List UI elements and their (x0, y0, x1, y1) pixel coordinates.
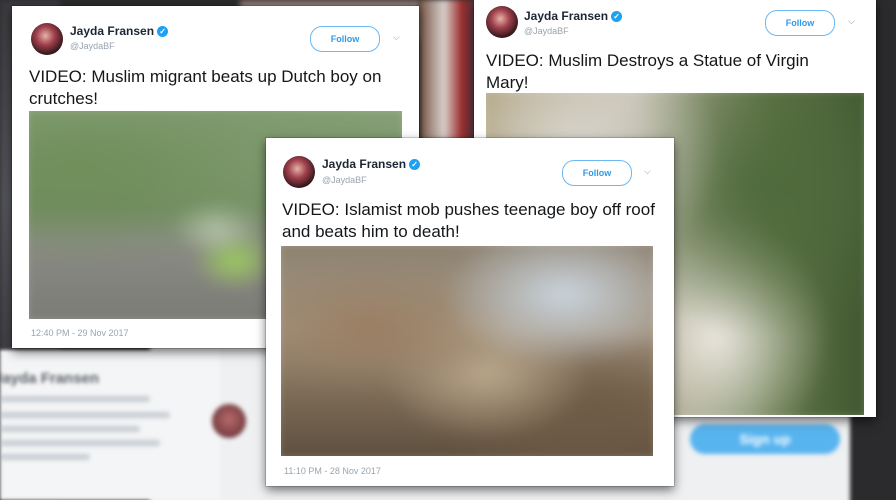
chevron-down-icon[interactable]: ⌵ (393, 32, 400, 43)
user-handle[interactable]: @JaydaBF (524, 26, 569, 36)
user-handle[interactable]: @JaydaBF (70, 41, 115, 51)
user-name[interactable]: Jayda Fransen ✓ (70, 24, 169, 38)
follow-button[interactable]: Follow (765, 10, 835, 36)
background-photo-middle (420, 0, 480, 140)
verified-icon: ✓ (157, 26, 169, 37)
follow-button[interactable]: Follow (562, 160, 632, 186)
tweet-text: VIDEO: Islamist mob pushes teenage boy o… (282, 200, 655, 241)
tweet-timestamp[interactable]: 11:10 PM - 28 Nov 2017 (284, 466, 381, 476)
follow-button[interactable]: Follow (310, 26, 380, 52)
background-avatar (212, 404, 246, 438)
background-profile-panel: Jayda Fransen (0, 350, 220, 500)
user-name[interactable]: Jayda Fransen ✓ (524, 9, 623, 23)
user-handle[interactable]: @JaydaBF (322, 175, 367, 185)
verified-icon: ✓ (611, 11, 623, 22)
tweet-timestamp[interactable]: 12:40 PM - 29 Nov 2017 (31, 328, 129, 338)
user-name[interactable]: Jayda Fransen ✓ (322, 157, 421, 171)
tweet-text: VIDEO: Muslim Destroys a Statue of Virgi… (486, 51, 809, 92)
background-signup-button: Sign up (690, 424, 840, 454)
background-profile-name: Jayda Fransen (0, 370, 100, 387)
avatar[interactable] (31, 23, 63, 55)
chevron-down-icon[interactable]: ⌵ (848, 16, 855, 27)
avatar[interactable] (283, 156, 315, 188)
chevron-down-icon[interactable]: ⌵ (644, 166, 651, 177)
avatar[interactable] (486, 6, 518, 38)
tweet-card-3: Jayda Fransen ✓ @JaydaBF Follow ⌵ VIDEO: … (266, 138, 674, 486)
tweet-text: VIDEO: Muslim migrant beats up Dutch boy… (29, 67, 382, 108)
verified-icon: ✓ (409, 159, 421, 170)
tweet-video[interactable] (281, 246, 653, 456)
